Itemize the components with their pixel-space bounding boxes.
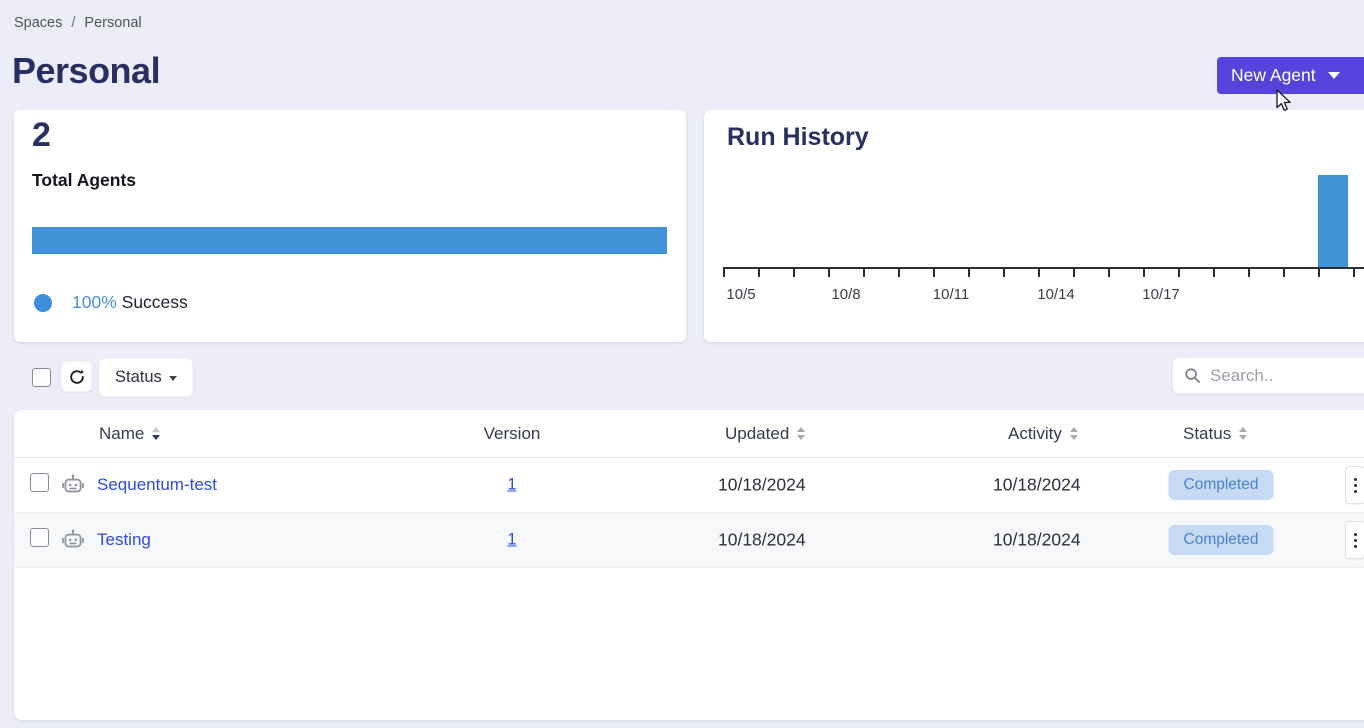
agent-name-link[interactable]: Sequentum-test — [97, 475, 217, 495]
success-dot-icon — [34, 294, 52, 312]
column-header-activity[interactable]: Activity — [1008, 424, 1078, 444]
page-title: Personal — [12, 50, 160, 92]
robot-icon — [60, 472, 86, 498]
run-history-title: Run History — [727, 123, 869, 152]
robot-icon — [60, 527, 86, 553]
agents-table: Name Version Updated Activity Status — [14, 410, 1364, 720]
status-filter-dropdown[interactable]: Status — [99, 358, 193, 397]
new-agent-button-label: New Agent — [1231, 65, 1316, 86]
breadcrumb-separator: / — [71, 15, 75, 31]
row-checkbox[interactable] — [30, 473, 49, 492]
agent-updated-date: 10/18/2024 — [718, 475, 806, 496]
column-header-version: Version — [484, 424, 541, 444]
search-box[interactable] — [1172, 357, 1364, 394]
breadcrumb-personal[interactable]: Personal — [84, 15, 141, 31]
agent-updated-date: 10/18/2024 — [718, 530, 806, 551]
success-legend: 100% Success — [34, 292, 188, 313]
column-header-name-label: Name — [99, 424, 144, 444]
sort-icon — [1239, 427, 1247, 440]
refresh-icon — [68, 368, 86, 386]
success-progress-bar — [32, 227, 667, 254]
column-header-status-label: Status — [1183, 424, 1231, 444]
agent-activity-date: 10/18/2024 — [993, 475, 1081, 496]
x-tick-label: 10/8 — [831, 286, 860, 303]
agent-name-link[interactable]: Testing — [97, 530, 151, 550]
column-header-updated-label: Updated — [725, 424, 789, 444]
total-agents-label: Total Agents — [32, 170, 136, 191]
chevron-down-icon — [169, 376, 177, 381]
sort-icon — [1070, 427, 1078, 440]
breadcrumb-spaces[interactable]: Spaces — [14, 15, 62, 31]
chart-x-ticks — [723, 269, 1364, 277]
column-header-updated[interactable]: Updated — [725, 424, 805, 444]
table-row: Testing 1 10/18/2024 10/18/2024 Complete… — [14, 513, 1364, 568]
success-text: 100% Success — [72, 292, 188, 313]
row-menu-button[interactable] — [1345, 521, 1364, 559]
breadcrumb: Spaces / Personal — [14, 15, 142, 31]
agent-version-link[interactable]: 1 — [507, 476, 516, 495]
sort-icon — [797, 427, 805, 440]
select-all-checkbox[interactable] — [32, 368, 51, 387]
status-badge: Completed — [1169, 525, 1274, 555]
column-header-version-label: Version — [484, 424, 541, 444]
agent-activity-date: 10/18/2024 — [993, 530, 1081, 551]
sort-icon — [152, 427, 160, 440]
agent-version-link[interactable]: 1 — [507, 531, 516, 550]
agents-dashboard: Spaces / Personal Personal New Agent 2 T… — [0, 0, 1364, 728]
x-tick-label: 10/11 — [933, 286, 969, 303]
row-menu-button[interactable] — [1345, 466, 1364, 504]
success-percentage: 100% — [72, 292, 117, 312]
mouse-cursor-icon — [1276, 89, 1300, 115]
status-badge: Completed — [1169, 470, 1274, 500]
refresh-button[interactable] — [61, 361, 92, 392]
column-header-name[interactable]: Name — [99, 424, 160, 444]
table-header-row: Name Version Updated Activity Status — [14, 410, 1364, 458]
table-row: Sequentum-test 1 10/18/2024 10/18/2024 C… — [14, 458, 1364, 513]
x-tick-label: 10/17 — [1142, 286, 1180, 303]
chevron-down-icon — [1328, 72, 1340, 79]
run-history-card: Run History 10/5 10/8 10/11 10/14 10/17 — [704, 110, 1364, 342]
x-tick-label: 10/5 — [726, 286, 755, 303]
total-agents-value: 2 — [32, 116, 51, 155]
column-header-status[interactable]: Status — [1183, 424, 1247, 444]
status-filter-label: Status — [115, 368, 162, 387]
x-tick-label: 10/14 — [1037, 286, 1075, 303]
search-icon — [1184, 367, 1201, 384]
run-history-bar-10-18[interactable] — [1318, 175, 1348, 268]
search-input[interactable] — [1210, 366, 1360, 386]
row-checkbox[interactable] — [30, 528, 49, 547]
column-header-activity-label: Activity — [1008, 424, 1062, 444]
total-agents-card: 2 Total Agents 100% Success — [14, 110, 686, 342]
success-label: Success — [122, 292, 188, 312]
